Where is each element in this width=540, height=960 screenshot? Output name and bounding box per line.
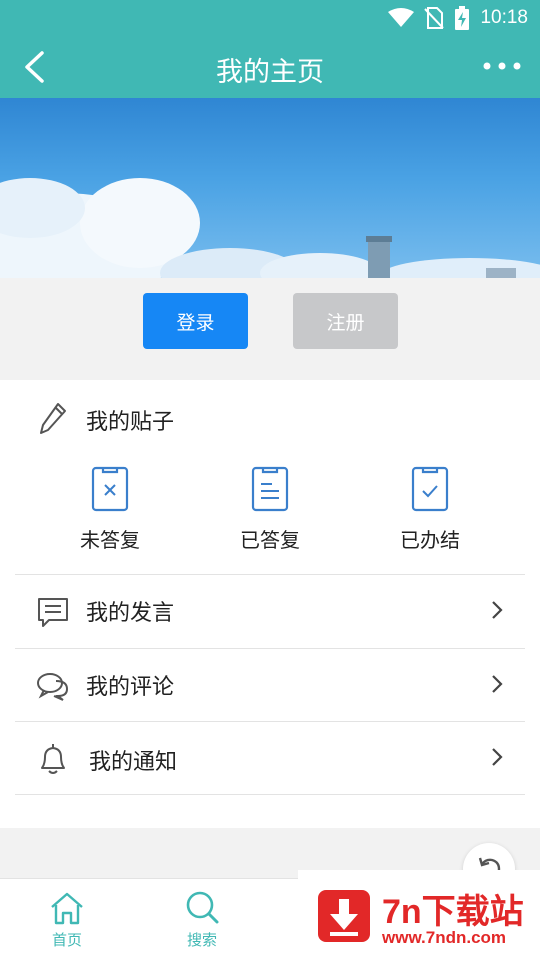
tab-label: 搜索 [186, 931, 217, 949]
post-status-unanswered[interactable]: 未答复 [50, 464, 170, 553]
menu-item-label: 我的通知 [89, 750, 178, 775]
message-icon [38, 598, 68, 627]
menu-item-label: 我的评论 [86, 675, 175, 700]
post-status-label: 未答复 [80, 528, 140, 552]
watermark-title: 7n下载站 [382, 893, 524, 931]
app-bar: 我的主页 [0, 36, 540, 98]
clipboard-lines-icon [251, 466, 289, 512]
tab-search[interactable]: 搜索 [162, 889, 242, 950]
page-title: 我的主页 [216, 57, 324, 88]
home-icon [51, 892, 83, 925]
chevron-right-icon [492, 675, 503, 693]
login-button[interactable]: 登录 [143, 293, 248, 349]
status-icons: 10:18 [388, 6, 528, 30]
watermark-url: www.7ndn.com [382, 928, 507, 947]
clipboard-x-icon [91, 466, 129, 512]
wifi-icon [388, 8, 415, 27]
menu-item-my-speeches[interactable]: 我的发言 [0, 575, 540, 648]
more-options-icon[interactable] [482, 58, 522, 74]
menu-card: 我的贴子 未答复 已答复 已办结 我的发言 我的评论 我的通知 [0, 380, 540, 828]
bell-icon [41, 744, 65, 774]
pencil-icon [40, 403, 66, 434]
auth-section: 登录 注册 [0, 278, 540, 380]
post-status-answered[interactable]: 已答复 [210, 464, 330, 553]
watermark: 7n下载站 www.7ndn.com [298, 870, 540, 960]
chevron-right-icon [492, 748, 503, 766]
no-sim-icon [424, 7, 445, 29]
chevron-right-icon [492, 601, 503, 619]
comments-icon [37, 673, 69, 701]
register-button[interactable]: 注册 [293, 293, 398, 349]
post-status-label: 已答复 [240, 528, 300, 552]
battery-charging-icon [455, 6, 470, 30]
post-status-label: 已办结 [400, 528, 460, 552]
download-logo-icon [318, 890, 370, 942]
menu-item-my-notifications[interactable]: 我的通知 [0, 722, 540, 795]
tab-home[interactable]: 首页 [27, 889, 107, 950]
banner-clouds [0, 178, 540, 278]
tab-label: 首页 [51, 931, 82, 949]
my-posts-header[interactable]: 我的贴子 [0, 380, 540, 458]
post-status-closed[interactable]: 已办结 [370, 464, 490, 553]
status-time: 10:18 [480, 7, 528, 28]
status-bar: 10:18 [0, 0, 540, 36]
sky-banner-image [0, 98, 540, 278]
menu-item-my-comments[interactable]: 我的评论 [0, 649, 540, 722]
search-icon [186, 891, 219, 924]
menu-item-label: 我的发言 [86, 601, 175, 626]
divider [15, 794, 525, 795]
my-posts-label: 我的贴子 [86, 410, 175, 435]
clipboard-check-icon [411, 466, 449, 512]
